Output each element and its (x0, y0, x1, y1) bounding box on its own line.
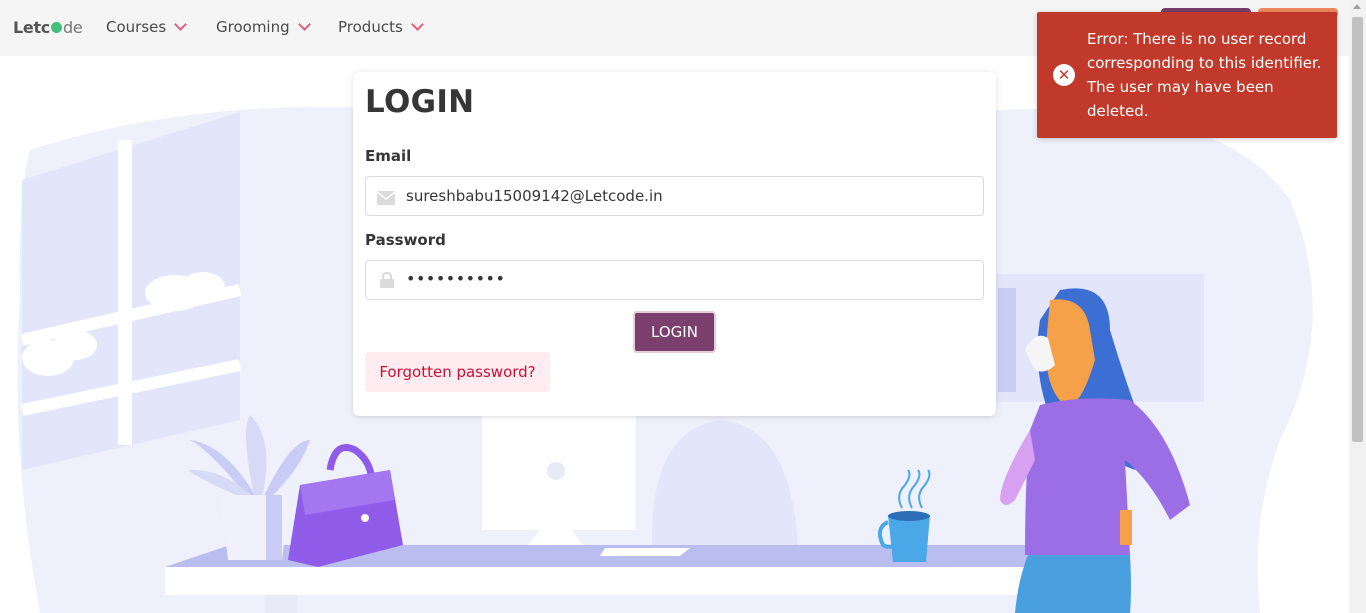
chevron-down-icon (297, 18, 311, 31)
scroll-up-arrow-icon[interactable] (1353, 4, 1361, 9)
login-title: LOGIN (365, 84, 475, 120)
nav-courses-label: Courses (106, 18, 167, 36)
login-button[interactable]: LOGIN (633, 311, 716, 353)
chevron-down-icon (410, 18, 424, 31)
password-value: •••••••••• (406, 269, 506, 288)
chevron-down-icon (174, 18, 188, 31)
letcode-logo[interactable]: Letc de (13, 18, 83, 37)
nav-grooming[interactable]: Grooming (216, 18, 311, 36)
email-label: Email (365, 147, 412, 165)
toast-message: Error: There is no user record correspon… (1087, 30, 1322, 120)
email-value: sureshbabu15009142@Letcode.in (406, 187, 663, 205)
error-x-icon: ✕ (1053, 64, 1075, 86)
page-scrollbar[interactable] (1349, 0, 1366, 613)
nav-products-label: Products (338, 18, 403, 36)
login-card: LOGIN Email sureshbabu15009142@Letcode.i… (353, 72, 996, 416)
envelope-icon (377, 191, 395, 205)
password-field[interactable]: •••••••••• (365, 260, 984, 300)
password-label: Password (365, 231, 446, 249)
scrollbar-thumb[interactable] (1352, 17, 1363, 442)
logo-dot-icon (50, 22, 62, 33)
nav-courses[interactable]: Courses (106, 18, 188, 36)
lock-icon (380, 272, 394, 288)
nav-grooming-label: Grooming (216, 18, 290, 36)
email-field[interactable]: sureshbabu15009142@Letcode.in (365, 176, 984, 216)
nav-products[interactable]: Products (338, 18, 424, 36)
forgot-password-button[interactable]: Forgotten password? (365, 352, 550, 392)
error-toast[interactable]: ✕ Error: There is no user record corresp… (1037, 12, 1337, 138)
